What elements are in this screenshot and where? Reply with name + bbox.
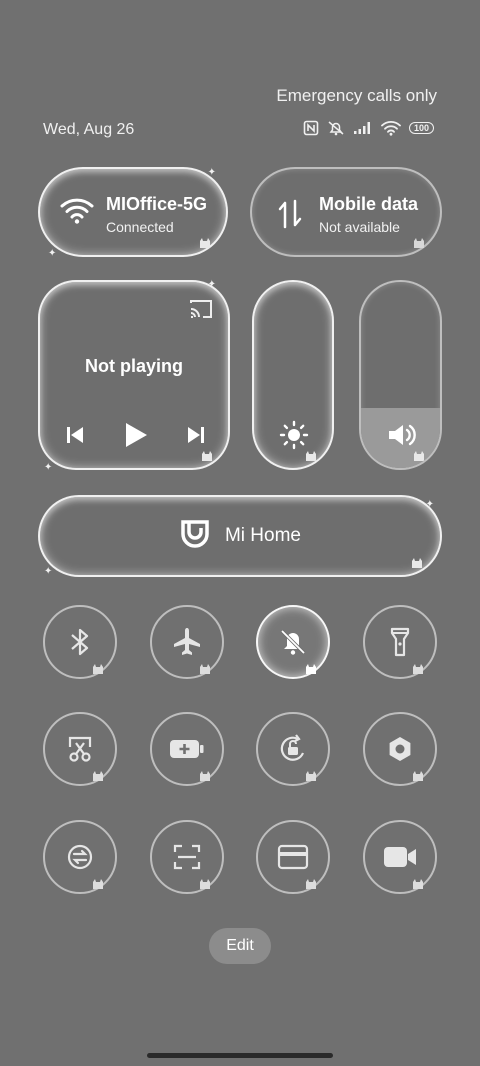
sparkle-icon: ✦ bbox=[207, 279, 216, 290]
video-camera-icon bbox=[384, 847, 416, 867]
cat-decoration-icon bbox=[93, 879, 103, 889]
edit-button[interactable]: Edit bbox=[209, 928, 271, 964]
cat-decoration-icon bbox=[412, 558, 422, 568]
cat-decoration-icon bbox=[306, 451, 316, 461]
signal-icon bbox=[353, 122, 370, 134]
battery-icon: 100 bbox=[408, 122, 434, 134]
silent-icon bbox=[328, 121, 344, 136]
sparkle-icon: ✦ bbox=[48, 248, 57, 259]
cast-icon[interactable] bbox=[188, 298, 214, 320]
data-saver-toggle[interactable] bbox=[43, 820, 117, 894]
cat-decoration-icon bbox=[414, 238, 424, 248]
cat-decoration-icon bbox=[306, 664, 316, 674]
rotation-lock-icon bbox=[280, 734, 305, 761]
settings-toggle[interactable] bbox=[363, 712, 437, 786]
next-track-icon[interactable] bbox=[187, 425, 205, 445]
screen-recorder-toggle[interactable] bbox=[363, 820, 437, 894]
wifi-tile[interactable]: MIOffice-5G Connected ✦ ✦ bbox=[38, 167, 228, 259]
flashlight-icon bbox=[390, 627, 410, 657]
media-title: Not playing bbox=[85, 356, 183, 376]
card-toggle[interactable] bbox=[256, 820, 330, 894]
mobile-data-status: Not available bbox=[319, 219, 400, 235]
battery-saver-toggle[interactable] bbox=[150, 712, 224, 786]
cat-decoration-icon bbox=[306, 879, 316, 889]
cat-decoration-icon bbox=[93, 771, 103, 781]
status-icons: 100 bbox=[303, 120, 434, 136]
cat-decoration-icon bbox=[413, 879, 423, 889]
silent-mode-toggle[interactable] bbox=[256, 605, 330, 679]
card-icon bbox=[277, 844, 309, 870]
play-icon[interactable] bbox=[124, 422, 148, 448]
wifi-icon bbox=[60, 198, 94, 224]
airplane-mode-toggle[interactable] bbox=[150, 605, 224, 679]
volume-slider[interactable] bbox=[359, 280, 442, 470]
date-text: Wed, Aug 26 bbox=[43, 121, 135, 138]
mobile-data-title: Mobile data bbox=[319, 194, 419, 214]
mi-home-icon bbox=[181, 520, 209, 548]
scan-icon bbox=[173, 844, 201, 870]
carrier-text: Emergency calls only bbox=[276, 86, 437, 105]
screenshot-toggle[interactable] bbox=[43, 712, 117, 786]
airplane-icon bbox=[174, 628, 200, 655]
previous-track-icon[interactable] bbox=[66, 425, 84, 445]
mi-home-tile[interactable]: Mi Home ✦ ✦ bbox=[38, 495, 442, 577]
bluetooth-toggle[interactable] bbox=[43, 605, 117, 679]
cat-decoration-icon bbox=[200, 771, 210, 781]
screenshot-icon bbox=[68, 736, 92, 762]
cat-decoration-icon bbox=[202, 451, 212, 461]
cat-decoration-icon bbox=[93, 664, 103, 674]
sparkle-icon: ✦ bbox=[44, 462, 53, 473]
scanner-toggle[interactable] bbox=[150, 820, 224, 894]
cat-decoration-icon bbox=[414, 451, 424, 461]
cat-decoration-icon bbox=[200, 238, 210, 248]
cat-decoration-icon bbox=[200, 664, 210, 674]
sparkle-icon: ✦ bbox=[425, 499, 434, 510]
cat-decoration-icon bbox=[200, 879, 210, 889]
wifi-status: Connected bbox=[106, 219, 174, 235]
volume-icon bbox=[389, 424, 416, 446]
cat-decoration-icon bbox=[306, 771, 316, 781]
gear-icon bbox=[389, 737, 411, 761]
bluetooth-icon bbox=[71, 628, 89, 656]
mobile-data-tile[interactable]: Mobile data Not available bbox=[250, 167, 442, 257]
cat-decoration-icon bbox=[413, 771, 423, 781]
home-indicator[interactable] bbox=[147, 1053, 333, 1058]
data-saver-icon bbox=[67, 844, 93, 870]
mobile-data-icon bbox=[278, 199, 302, 229]
wifi-network-name: MIOffice-5G bbox=[106, 194, 208, 214]
rotation-lock-toggle[interactable] bbox=[256, 712, 330, 786]
brightness-icon bbox=[279, 420, 309, 450]
sparkle-icon: ✦ bbox=[207, 167, 216, 178]
silent-mode-icon bbox=[280, 629, 306, 655]
cat-decoration-icon bbox=[413, 664, 423, 674]
flashlight-toggle[interactable] bbox=[363, 605, 437, 679]
brightness-slider[interactable] bbox=[252, 280, 334, 470]
nfc-icon bbox=[303, 120, 319, 136]
sparkle-icon: ✦ bbox=[44, 566, 53, 577]
battery-saver-icon bbox=[170, 740, 204, 758]
wifi-icon bbox=[381, 121, 401, 136]
media-player-tile[interactable]: Not playing ✦ ✦ bbox=[38, 279, 230, 473]
mi-home-label: Mi Home bbox=[224, 525, 301, 546]
